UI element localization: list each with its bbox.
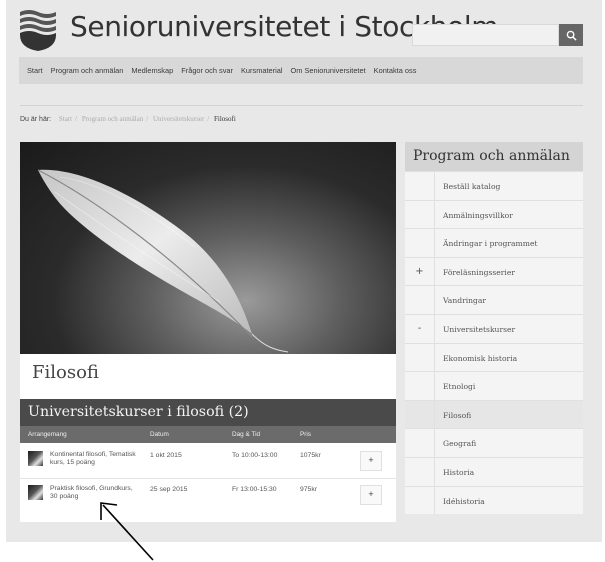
column-header-datum: Datum [150, 431, 169, 438]
footer-strip [6, 542, 602, 562]
sidebar-item-forelasningsserier[interactable]: + Föreläsningsserier [405, 256, 583, 286]
breadcrumb-label: Du är här: [20, 116, 52, 123]
column-header-pris: Pris [300, 431, 312, 438]
breadcrumb-universitetskurser[interactable]: Universitetskurser [153, 115, 204, 123]
course-time: Fr 13:00-15:30 [232, 486, 277, 493]
course-table-header: Arrangemang Datum Dag & Tid Pris [20, 426, 396, 443]
sidebar-item-mark [405, 486, 435, 515]
nav-item-start[interactable]: Start [27, 66, 43, 75]
sidebar-item-mark [405, 400, 435, 429]
nav-item-program[interactable]: Program och anmälan [51, 66, 124, 75]
table-row: Kontinental filosofi, Tematisk kurs, 15 … [20, 445, 396, 475]
sidebar-item-label: Idéhistoria [443, 496, 485, 506]
sidebar-item-label: Vandringar [443, 296, 487, 306]
sidebar-item-ekonomisk-historia[interactable]: Ekonomisk historia [405, 342, 583, 372]
course-thumbnail [28, 451, 43, 466]
main-navigation: Start Program och anmälan Medlemskap Frå… [19, 57, 583, 84]
sidebar-item-label: Föreläsningsserier [443, 267, 515, 277]
sidebar-item-mark [405, 343, 435, 372]
course-time: To 10:00-13:00 [232, 452, 278, 459]
breadcrumb-current: Filosofi [213, 115, 236, 123]
search-input[interactable] [412, 24, 559, 46]
page-title: Filosofi [32, 362, 99, 383]
sidebar-item-mark [405, 286, 435, 314]
course-date: 25 sep 2015 [150, 486, 188, 493]
sidebar-item-label: Anmälningsvillkor [443, 210, 513, 220]
sidebar-item-label: Beställ katalog [443, 182, 501, 191]
sidebar-item-andringar[interactable]: Ändringar i programmet [405, 228, 583, 257]
shield-logo-icon[interactable] [16, 8, 60, 52]
course-section-header: Universitetskurser i filosofi (2) [20, 399, 396, 426]
sidebar-item-etnologi[interactable]: Etnologi [405, 371, 583, 400]
column-header-arrangemang: Arrangemang [28, 431, 67, 438]
sidebar-item-label: Filosofi [443, 410, 472, 420]
nav-item-fragor[interactable]: Frågor och svar [181, 66, 233, 75]
expand-icon[interactable]: + [405, 257, 435, 286]
sidebar-item-idehistoria[interactable]: Idéhistoria [405, 485, 583, 515]
nav-item-om[interactable]: Om Senioruniversitetet [290, 66, 365, 75]
sidebar-item-mark [405, 372, 435, 400]
course-name-link[interactable]: Kontinental filosofi, Tematisk kurs, 15 … [50, 451, 140, 467]
sidebar-item-label: Historia [443, 467, 475, 477]
sidebar-item-geografi[interactable]: Geografi [405, 428, 583, 457]
sidebar-title[interactable]: Program och anmälan [405, 142, 583, 171]
sidebar-item-label: Ekonomisk historia [443, 353, 518, 363]
sidebar-item-universitetskurser[interactable]: - Universitetskurser [405, 313, 583, 343]
sidebar-item-filosofi[interactable]: Filosofi [405, 399, 583, 429]
course-price: 1075kr [300, 452, 321, 459]
sidebar-item-vandringar[interactable]: Vandringar [405, 285, 583, 314]
page-heading: Filosofi [20, 354, 396, 399]
breadcrumb-program[interactable]: Program och anmälan [82, 115, 143, 123]
table-row: Praktisk filosofi, Grundkurs, 30 poäng 2… [20, 478, 396, 509]
course-section-title: Universitetskurser i filosofi (2) [28, 404, 249, 420]
course-name-link[interactable]: Praktisk filosofi, Grundkurs, 30 poäng [50, 485, 140, 501]
course-thumbnail [28, 485, 43, 500]
course-date: 1 okt 2015 [150, 452, 182, 459]
add-course-button[interactable]: + [360, 485, 382, 505]
collapse-icon[interactable]: - [405, 314, 435, 343]
sidebar-item-historia[interactable]: Historia [405, 456, 583, 486]
sidebar-item-mark [405, 457, 435, 486]
sidebar-item-mark [405, 429, 435, 457]
breadcrumb: Du är här: Start / Program och anmälan / U… [20, 115, 236, 123]
sidebar-item-label: Geografi [443, 439, 477, 449]
search-icon [566, 30, 577, 41]
divider [20, 105, 583, 106]
sidebar-item-label: Universitetskurser [443, 324, 516, 334]
sidebar-item-bestall-katalog[interactable]: Beställ katalog [405, 171, 583, 200]
sidebar-item-mark [405, 229, 435, 257]
sidebar-item-label: Etnologi [443, 382, 476, 392]
column-header-dag-tid: Dag & Tid [232, 431, 261, 438]
sidebar: Program och anmälan Beställ katalog Anmä… [405, 142, 583, 515]
course-section: Universitetskurser i filosofi (2) Arrang… [20, 399, 396, 522]
nav-item-kursmaterial[interactable]: Kursmaterial [241, 66, 282, 75]
search-button[interactable] [559, 24, 583, 46]
nav-item-kontakt[interactable]: Kontakta oss [374, 66, 417, 75]
add-course-button[interactable]: + [360, 451, 382, 471]
sidebar-item-mark [405, 172, 435, 200]
breadcrumb-start[interactable]: Start [59, 115, 72, 123]
sidebar-item-mark [405, 200, 435, 229]
course-price: 975kr [300, 486, 318, 493]
nav-item-medlemskap[interactable]: Medlemskap [131, 66, 173, 75]
sidebar-item-label: Ändringar i programmet [443, 239, 538, 249]
feather-image [20, 142, 396, 354]
sidebar-item-anmalningsvillkor[interactable]: Anmälningsvillkor [405, 199, 583, 229]
